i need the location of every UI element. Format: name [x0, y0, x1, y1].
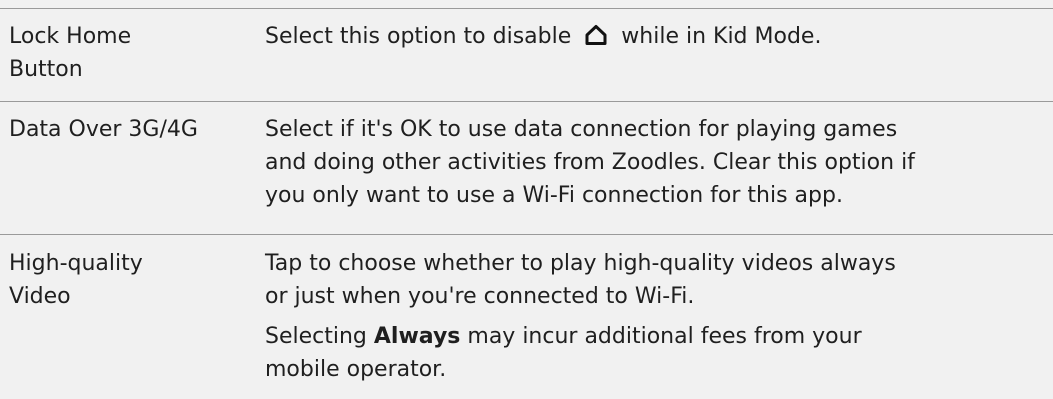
note-text: may incur additional fees from your — [467, 324, 862, 349]
description-line: Select if it's OK to use data connection… — [265, 117, 898, 142]
table-row: Data Over 3G/4G Select if it's OK to use… — [0, 101, 1053, 234]
row-label-line: High-quality — [9, 251, 143, 276]
description-line: or just when you're connected to Wi-Fi. — [265, 284, 695, 309]
row-description: Select this option to disable while in K… — [265, 20, 1045, 53]
home-icon — [585, 25, 607, 45]
description-text: while in Kid Mode. — [621, 24, 822, 49]
row-label: Data Over 3G/4G — [9, 113, 249, 146]
row-description: Tap to choose whether to play high-quali… — [265, 247, 1045, 313]
row-label-line: Lock Home — [9, 24, 132, 49]
row-label: Lock Home Button — [9, 20, 249, 86]
row-label: High-quality Video — [9, 247, 249, 313]
table-row: High-quality Video Tap to choose whether… — [0, 234, 1053, 399]
description-line: and doing other activities from Zoodles.… — [265, 150, 915, 175]
description-line: Tap to choose whether to play high-quali… — [265, 251, 896, 276]
description-text: Select this option to disable — [265, 24, 572, 49]
note-line: mobile operator. — [265, 357, 447, 382]
row-label-line: Video — [9, 284, 71, 309]
row-description: Select if it's OK to use data connection… — [265, 113, 1045, 212]
row-label-line: Data Over 3G/4G — [9, 117, 198, 142]
description-line: you only want to use a Wi-Fi connection … — [265, 183, 843, 208]
note-text: Selecting — [265, 324, 367, 349]
note-emphasis: Always — [373, 324, 461, 349]
settings-table: Lock Home Button Select this option to d… — [0, 0, 1053, 399]
row-label-line: Button — [9, 57, 83, 82]
table-row: Lock Home Button Select this option to d… — [0, 8, 1053, 101]
row-note: Selecting Always may incur additional fe… — [265, 320, 1045, 386]
